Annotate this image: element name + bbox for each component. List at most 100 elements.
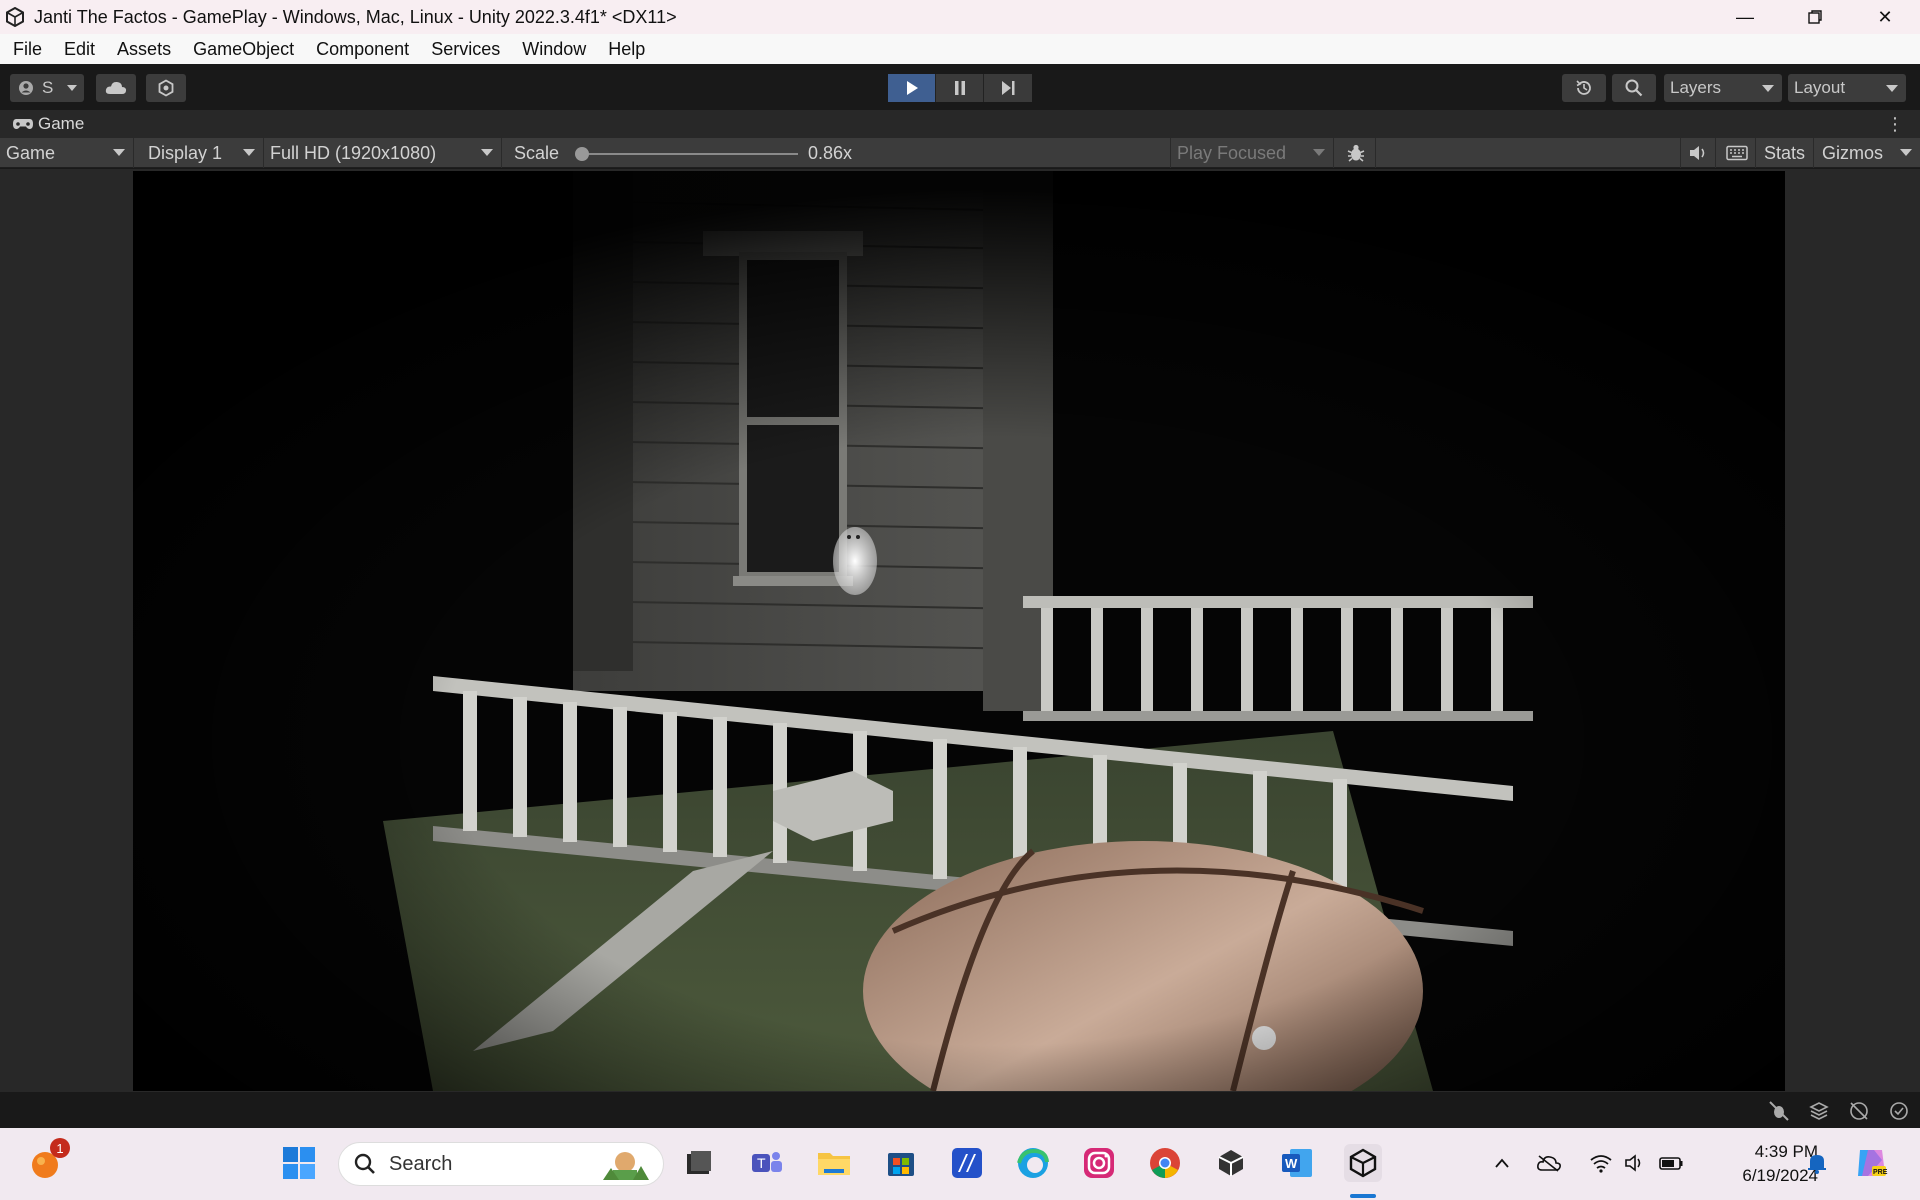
play-mode-dropdown[interactable]: Play Focused xyxy=(1170,138,1334,168)
step-icon xyxy=(1002,81,1015,95)
search-icon xyxy=(354,1153,375,1174)
game-viewport[interactable] xyxy=(133,171,1785,1091)
layout-dropdown[interactable]: Layout xyxy=(1788,74,1906,102)
game-tab-bar: Game ⋮ xyxy=(0,110,1920,138)
account-icon xyxy=(19,81,33,95)
teams-icon[interactable]: T xyxy=(748,1144,786,1182)
chevron-down-icon xyxy=(1313,149,1325,156)
chevron-down-icon xyxy=(481,149,493,156)
resolution-label: Full HD (1920x1080) xyxy=(270,142,437,163)
stats-button[interactable]: Stats xyxy=(1758,138,1814,168)
taskbar-search-box[interactable]: Search xyxy=(338,1142,664,1186)
unity-icon[interactable] xyxy=(1344,1144,1382,1182)
close-button[interactable]: ✕ xyxy=(1850,0,1920,34)
menu-help[interactable]: Help xyxy=(597,39,656,60)
onedrive-offline-icon[interactable] xyxy=(1534,1144,1564,1182)
tab-game-label: Game xyxy=(38,114,85,133)
cloud-button[interactable] xyxy=(96,74,136,102)
pause-icon xyxy=(954,81,965,95)
scale-value: 0.86x xyxy=(808,143,853,163)
play-button[interactable] xyxy=(888,74,936,102)
window-title: Janti The Factos - GamePlay - Windows, M… xyxy=(34,6,677,27)
chrome-icon[interactable] xyxy=(1146,1144,1184,1182)
menu-edit[interactable]: Edit xyxy=(53,39,106,60)
resolution-dropdown[interactable]: Full HD (1920x1080) xyxy=(264,138,502,168)
menu-file[interactable]: File xyxy=(2,39,53,60)
layout-label: Layout xyxy=(1794,78,1846,97)
gizmos-label: Gizmos xyxy=(1822,142,1884,163)
undo-history-button[interactable] xyxy=(1562,74,1606,102)
store-icon[interactable] xyxy=(882,1144,920,1182)
minimize-button[interactable]: — xyxy=(1710,0,1780,34)
chevron-down-icon xyxy=(67,85,78,91)
chevron-down-icon xyxy=(1886,85,1898,92)
menu-services[interactable]: Services xyxy=(420,39,511,60)
chevron-down-icon xyxy=(1900,149,1912,156)
stats-label: Stats xyxy=(1764,142,1806,163)
title-bar: Janti The Factos - GamePlay - Windows, M… xyxy=(0,0,1920,34)
bug-off-icon[interactable] xyxy=(1768,1100,1790,1122)
tasks-icon[interactable] xyxy=(948,1144,986,1182)
file-manager-icon[interactable] xyxy=(680,1144,718,1182)
search-highlight-icon xyxy=(603,1152,649,1180)
svg-text:W: W xyxy=(1285,1156,1298,1171)
menu-bar: File Edit Assets GameObject Component Se… xyxy=(0,34,1920,64)
step-button[interactable] xyxy=(984,74,1032,102)
instagram-icon[interactable] xyxy=(1080,1144,1118,1182)
copilot-icon[interactable]: PRE xyxy=(1852,1144,1890,1182)
keyboard-icon xyxy=(1726,145,1748,161)
windows-taskbar: 1 Search T W 4:39 PM 6/19/2024 PRE xyxy=(0,1128,1920,1200)
pause-button[interactable] xyxy=(936,74,984,102)
tab-game[interactable]: Game xyxy=(0,114,84,134)
restore-button[interactable] xyxy=(1780,0,1850,34)
wifi-icon[interactable] xyxy=(1586,1144,1616,1182)
account-dropdown[interactable]: S xyxy=(10,74,84,102)
speaker-icon xyxy=(1690,146,1705,160)
collab-button[interactable] xyxy=(146,74,186,102)
game-scene-image xyxy=(133,171,1785,1091)
search-icon xyxy=(1625,79,1643,97)
chevron-down-icon xyxy=(1762,85,1774,92)
menu-gameobject[interactable]: GameObject xyxy=(182,39,305,60)
gizmos-dropdown[interactable]: Gizmos xyxy=(1816,138,1920,168)
scale-slider-track[interactable] xyxy=(580,153,798,155)
notification-badge: 1 xyxy=(50,1138,70,1158)
start-icon[interactable] xyxy=(280,1144,318,1182)
check-circle-icon[interactable] xyxy=(1888,1100,1910,1122)
word-icon[interactable]: W xyxy=(1278,1144,1316,1182)
menu-window[interactable]: Window xyxy=(511,39,597,60)
more-options-icon[interactable]: ⋮ xyxy=(1886,114,1904,135)
battery-icon[interactable] xyxy=(1656,1144,1686,1182)
display-label: Display 1 xyxy=(148,142,223,163)
view-mode-label: Game xyxy=(6,142,56,163)
menu-component[interactable]: Component xyxy=(305,39,420,60)
active-app-indicator xyxy=(1350,1194,1376,1198)
bug-icon xyxy=(1347,144,1365,162)
play-mode-label: Play Focused xyxy=(1177,142,1287,163)
chevron-up-icon[interactable] xyxy=(1488,1144,1516,1182)
search-button[interactable] xyxy=(1612,74,1656,102)
mute-audio-button[interactable] xyxy=(1680,138,1716,168)
menu-assets[interactable]: Assets xyxy=(106,39,182,60)
volume-icon[interactable] xyxy=(1620,1144,1650,1182)
taskbar-search-placeholder: Search xyxy=(389,1152,453,1175)
scale-slider-handle[interactable] xyxy=(575,147,589,161)
main-toolbar: S Layers Layout xyxy=(0,64,1920,108)
cache-server-icon[interactable] xyxy=(1848,1100,1870,1122)
account-label: S xyxy=(42,78,54,97)
debug-button[interactable] xyxy=(1336,138,1376,168)
gamepad-icon xyxy=(13,119,33,129)
display-dropdown[interactable]: Display 1 xyxy=(142,138,264,168)
notification-bell-icon[interactable] xyxy=(1802,1144,1832,1182)
restore-icon xyxy=(1808,10,1822,24)
cloud-icon xyxy=(105,81,127,94)
layers-dropdown[interactable]: Layers xyxy=(1664,74,1782,102)
view-mode-dropdown[interactable]: Game xyxy=(0,138,134,168)
edge-icon[interactable] xyxy=(1014,1144,1052,1182)
file-explorer-icon[interactable] xyxy=(815,1144,853,1182)
unity-logo-icon xyxy=(4,6,26,28)
svg-text:T: T xyxy=(757,1155,766,1171)
layers-stack-icon[interactable] xyxy=(1808,1100,1830,1122)
keyboard-shortcuts-button[interactable] xyxy=(1718,138,1756,168)
unity-hub-icon[interactable] xyxy=(1212,1144,1250,1182)
